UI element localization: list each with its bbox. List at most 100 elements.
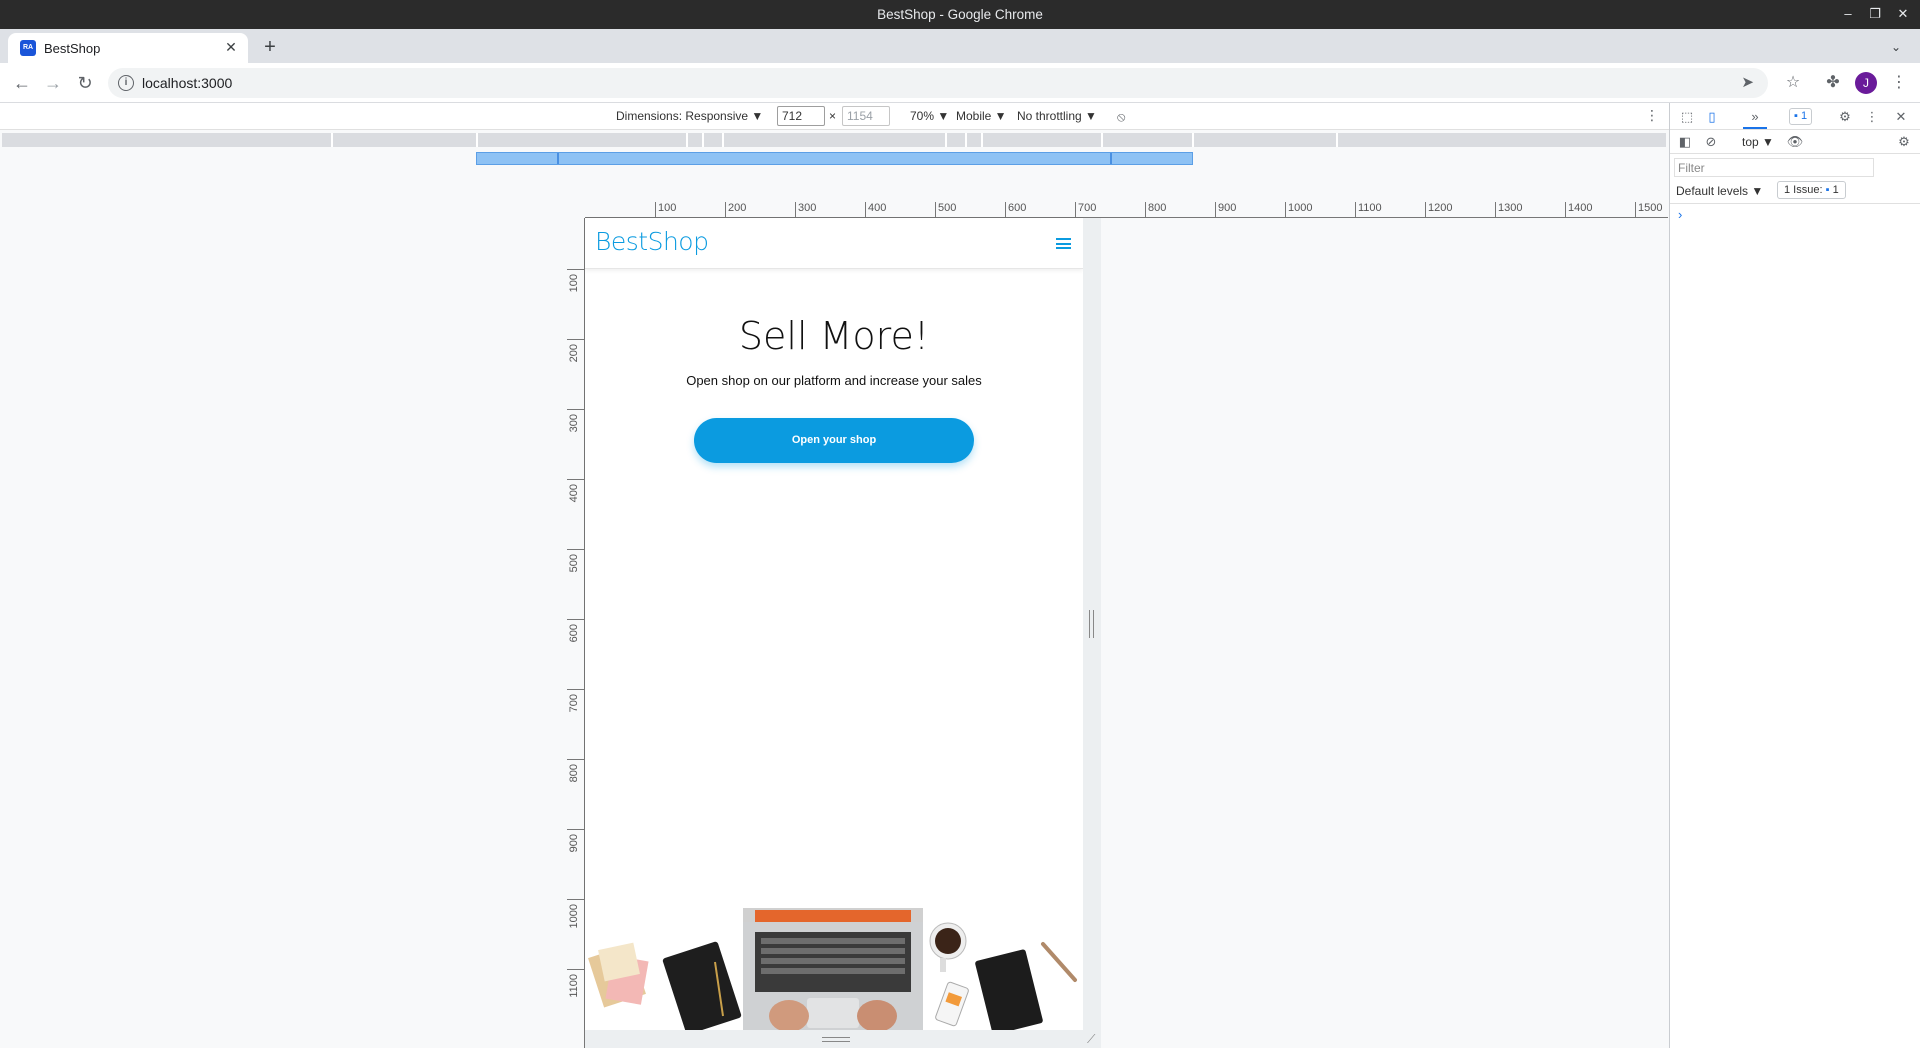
ruler-tick-label: 1100 xyxy=(1355,202,1382,217)
viewport-resize-handle-bottom[interactable] xyxy=(585,1030,1083,1048)
ruler-tick-label: 600 xyxy=(1005,202,1026,217)
browser-menu-icon[interactable]: ⋮ xyxy=(1887,71,1911,95)
phone-illustration xyxy=(935,981,969,1027)
width-input[interactable]: 712 xyxy=(777,106,825,126)
media-query-segment[interactable] xyxy=(2,133,1666,147)
ruler-tick-label: 500 xyxy=(935,202,956,217)
site-info-icon[interactable]: i xyxy=(118,75,134,91)
console-toolbar: ◧ ⊘ top ▼ 👁 ⚙ xyxy=(1670,130,1920,154)
console-prompt[interactable]: › xyxy=(1678,207,1682,222)
reload-icon[interactable]: ↻ xyxy=(73,71,97,95)
ruler-tick-label: 300 xyxy=(567,409,585,449)
ruler-tick-label: 700 xyxy=(1075,202,1096,217)
throttling-select[interactable]: No throttling ▼ xyxy=(1017,109,1097,123)
more-tabs-icon[interactable]: » xyxy=(1746,108,1764,126)
hero-subtitle: Open shop on our platform and increase y… xyxy=(686,373,982,388)
height-input[interactable]: 1154 xyxy=(842,106,890,126)
ruler-tick-label: 200 xyxy=(567,339,585,379)
media-query-tick xyxy=(1110,153,1112,164)
device-type-select[interactable]: Mobile ▼ xyxy=(956,109,1007,123)
profile-avatar[interactable]: J xyxy=(1855,72,1877,94)
ruler-tick-label: 700 xyxy=(567,689,585,729)
open-shop-button[interactable]: Open your shop xyxy=(694,418,974,463)
console-settings-icon[interactable]: ⚙ xyxy=(1895,133,1913,151)
notebook-illustration xyxy=(662,941,742,1030)
notebook-right-illustration xyxy=(975,949,1043,1030)
devtools-close-icon[interactable]: ✕ xyxy=(1892,108,1910,126)
site-logo[interactable]: BestShop xyxy=(595,227,709,256)
close-window-icon[interactable]: ✕ xyxy=(1892,4,1914,24)
minimize-icon[interactable]: – xyxy=(1837,4,1859,24)
sidebar-toggle-icon[interactable]: ◧ xyxy=(1676,133,1694,151)
hamburger-menu-icon[interactable] xyxy=(1056,238,1071,250)
site-header: BestShop xyxy=(585,218,1083,269)
ruler-tick-label: 900 xyxy=(1215,202,1236,217)
new-tab-icon[interactable]: + xyxy=(258,37,282,57)
ruler-tick-label: 800 xyxy=(567,759,585,799)
ruler-tick-label: 100 xyxy=(655,202,676,217)
media-query-divider xyxy=(1192,133,1194,147)
window-title-bar: BestShop - Google Chrome – ❐ ✕ xyxy=(0,0,1920,29)
restore-icon[interactable]: ❐ xyxy=(1864,4,1886,24)
url-text[interactable]: localhost:3000 xyxy=(142,75,232,91)
ruler-tick-label: 100 xyxy=(567,269,585,309)
devtools-main-toolbar: ⬚ ▯ » ▪ 1 ⚙ ⋮ ✕ xyxy=(1670,103,1920,130)
back-icon[interactable]: ← xyxy=(10,71,34,95)
live-expression-eye-icon[interactable]: 👁 xyxy=(1786,133,1804,151)
share-icon[interactable]: ➤ xyxy=(1741,73,1754,91)
device-toolbar: Dimensions: Responsive ▼ 712 × 1154 70% … xyxy=(0,103,1669,130)
media-query-divider xyxy=(981,133,983,147)
zoom-select[interactable]: 70% ▼ xyxy=(910,109,949,123)
context-select[interactable]: top ▼ xyxy=(1742,135,1774,149)
favicon-icon: RA xyxy=(20,40,36,56)
device-toggle-icon[interactable]: ▯ xyxy=(1703,108,1721,126)
media-query-divider xyxy=(722,133,724,147)
media-query-tick xyxy=(557,153,559,164)
clear-console-icon[interactable]: ⊘ xyxy=(1702,133,1720,151)
tab-search-chevron-icon[interactable]: ⌄ xyxy=(1886,37,1906,57)
devtools-settings-icon[interactable]: ⚙ xyxy=(1836,108,1854,126)
inspect-element-icon[interactable]: ⬚ xyxy=(1678,108,1696,126)
media-query-divider xyxy=(1336,133,1338,147)
dimensions-select[interactable]: Dimensions: Responsive ▼ xyxy=(616,109,763,123)
viewport-corner-resize-icon[interactable]: ⟋ xyxy=(1087,1032,1095,1047)
bookmark-star-icon[interactable]: ☆ xyxy=(1781,71,1805,95)
ruler-tick-label: 1500 xyxy=(1635,202,1662,217)
device-toolbar-more-icon[interactable]: ⋮ xyxy=(1645,107,1659,124)
hero-desk-image xyxy=(588,908,1077,1030)
extensions-icon[interactable]: ✤ xyxy=(1821,71,1845,95)
media-query-divider xyxy=(945,133,947,147)
console-separator xyxy=(1670,203,1920,204)
ruler-tick-label: 600 xyxy=(567,619,585,659)
active-media-query-bar[interactable] xyxy=(476,152,1193,165)
ruler-tick-label: 1200 xyxy=(1425,202,1452,217)
viewport-resize-handle-right[interactable] xyxy=(1083,218,1101,1048)
address-bar[interactable]: i localhost:3000 ➤ xyxy=(108,68,1768,98)
tab-strip: RA BestShop ✕ + ⌄ xyxy=(0,29,1920,63)
devtools-menu-icon[interactable]: ⋮ xyxy=(1863,108,1881,126)
forward-icon[interactable]: → xyxy=(41,71,65,95)
notes-illustration xyxy=(588,942,649,1008)
ruler-tick-label: 1000 xyxy=(1285,202,1312,217)
window-title: BestShop - Google Chrome xyxy=(877,7,1043,22)
log-levels-select[interactable]: Default levels ▼ xyxy=(1676,184,1763,198)
ruler-tick-label: 1300 xyxy=(1495,202,1522,217)
browser-toolbar: ← → ↻ i localhost:3000 ➤ ☆ ✤ J ⋮ xyxy=(0,63,1920,103)
media-query-divider xyxy=(965,133,967,147)
ruler-tick-label: 500 xyxy=(567,549,585,589)
tab-close-icon[interactable]: ✕ xyxy=(222,38,240,56)
pen-illustration xyxy=(1041,942,1077,982)
issues-badge[interactable]: 1 Issue: ▪ 1 xyxy=(1777,181,1846,199)
hero-title: Sell More! xyxy=(738,314,930,358)
messages-badge[interactable]: ▪ 1 xyxy=(1789,108,1813,125)
issues-message-icon: ▪ xyxy=(1825,184,1830,196)
tab-bestshop[interactable]: RA BestShop ✕ xyxy=(8,33,248,63)
console-filter-input[interactable]: Filter xyxy=(1674,158,1874,177)
media-query-divider xyxy=(1101,133,1103,147)
active-tab-underline xyxy=(1743,127,1767,129)
coffee-cup-illustration xyxy=(929,922,967,972)
media-query-divider xyxy=(686,133,688,147)
tab-title: BestShop xyxy=(44,41,101,56)
rotate-icon[interactable]: ⦸ xyxy=(1117,109,1125,125)
emulated-viewport: BestShop Sell More! Open shop on our pla… xyxy=(585,218,1083,1030)
